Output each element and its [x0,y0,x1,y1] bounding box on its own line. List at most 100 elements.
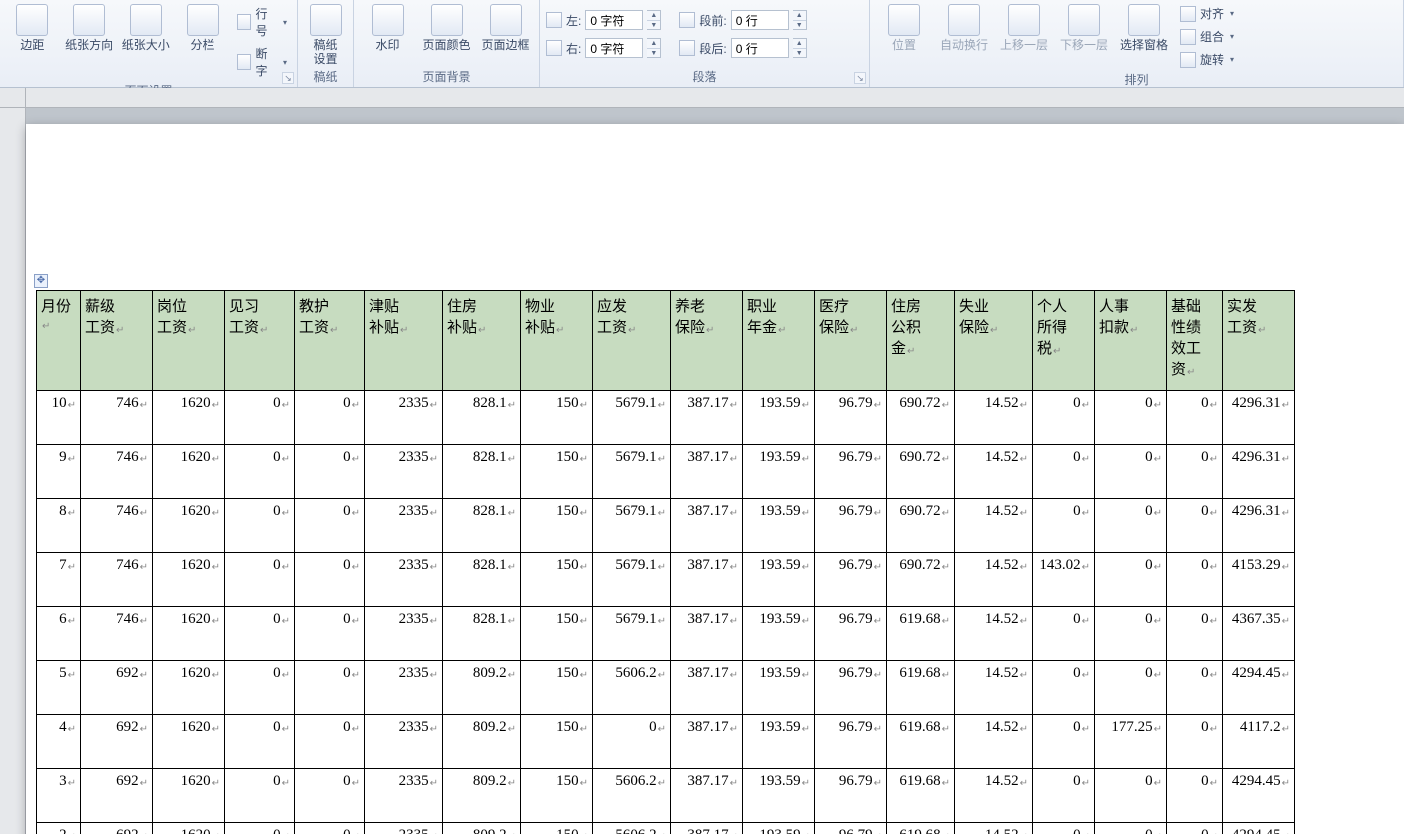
table-cell[interactable]: 0↵ [295,607,365,661]
table-cell[interactable]: 690.72↵ [887,499,955,553]
table-cell[interactable]: 193.59↵ [743,769,815,823]
table-header-cell[interactable]: 物业补贴↵ [521,291,593,391]
table-cell[interactable]: 2335↵ [365,823,443,834]
table-header-cell[interactable]: 住房公积金↵ [887,291,955,391]
table-cell[interactable]: 9↵ [37,445,81,499]
table-header-cell[interactable]: 住房补贴↵ [443,291,521,391]
table-cell[interactable]: 1620↵ [153,553,225,607]
table-cell[interactable]: 96.79↵ [815,661,887,715]
table-cell[interactable]: 692↵ [81,769,153,823]
table-cell[interactable]: 193.59↵ [743,715,815,769]
table-cell[interactable]: 387.17↵ [671,661,743,715]
table-cell[interactable]: 0↵ [225,823,295,834]
table-cell[interactable]: 96.79↵ [815,553,887,607]
table-cell[interactable]: 0↵ [225,661,295,715]
table-cell[interactable]: 0↵ [1167,445,1223,499]
table-cell[interactable]: 1620↵ [153,607,225,661]
bring-forward-button[interactable]: 上移一层 [996,2,1052,52]
table-cell[interactable]: 96.79↵ [815,769,887,823]
table-cell[interactable]: 0↵ [1167,607,1223,661]
space-after-input[interactable] [731,38,789,58]
table-cell[interactable]: 387.17↵ [671,445,743,499]
page-setup-dialog-launcher[interactable]: ↘ [282,72,294,84]
table-cell[interactable]: 1620↵ [153,445,225,499]
table-cell[interactable]: 5679.1↵ [593,445,671,499]
table-cell[interactable]: 0↵ [1167,769,1223,823]
table-header-cell[interactable]: 医疗保险↵ [815,291,887,391]
table-cell[interactable]: 96.79↵ [815,715,887,769]
table-cell[interactable]: 2335↵ [365,769,443,823]
table-cell[interactable]: 0↵ [1033,661,1095,715]
table-cell[interactable]: 692↵ [81,661,153,715]
table-cell[interactable]: 387.17↵ [671,769,743,823]
table-cell[interactable]: 96.79↵ [815,499,887,553]
margin-button[interactable]: 边距 [6,2,59,52]
table-cell[interactable]: 193.59↵ [743,607,815,661]
table-cell[interactable]: 619.68↵ [887,607,955,661]
table-cell[interactable]: 692↵ [81,715,153,769]
table-cell[interactable]: 193.59↵ [743,391,815,445]
table-cell[interactable]: 5↵ [37,661,81,715]
table-cell[interactable]: 14.52↵ [955,769,1033,823]
salary-table[interactable]: 月份↵薪级工资↵岗位工资↵见习工资↵教护工资↵津贴补贴↵住房补贴↵物业补贴↵应发… [36,290,1295,834]
table-cell[interactable]: 0↵ [225,499,295,553]
table-cell[interactable]: 150↵ [521,715,593,769]
table-cell[interactable]: 5679.1↵ [593,499,671,553]
table-cell[interactable]: 0↵ [1167,553,1223,607]
table-cell[interactable]: 809.2↵ [443,661,521,715]
table-cell[interactable]: 150↵ [521,769,593,823]
table-cell[interactable]: 0↵ [295,445,365,499]
table-cell[interactable]: 4153.29↵ [1223,553,1295,607]
table-cell[interactable]: 0↵ [1033,769,1095,823]
table-cell[interactable]: 828.1↵ [443,499,521,553]
table-cell[interactable]: 0↵ [1095,769,1167,823]
page-border-button[interactable]: 页面边框 [478,2,533,52]
table-cell[interactable]: 0↵ [295,661,365,715]
table-cell[interactable]: 0↵ [225,607,295,661]
table-cell[interactable]: 2↵ [37,823,81,834]
horizontal-ruler[interactable] [26,88,1404,108]
table-cell[interactable]: 14.52↵ [955,823,1033,834]
table-cell[interactable]: 14.52↵ [955,553,1033,607]
table-cell[interactable]: 746↵ [81,607,153,661]
manuscript-settings-button[interactable]: 稿纸 设置 [304,2,347,66]
table-cell[interactable]: 0↵ [1033,445,1095,499]
table-cell[interactable]: 0↵ [225,553,295,607]
page-color-button[interactable]: 页面颜色 [419,2,474,52]
table-cell[interactable]: 1620↵ [153,661,225,715]
table-cell[interactable]: 0↵ [1033,607,1095,661]
indent-left-input[interactable] [585,10,643,30]
table-cell[interactable]: 4296.31↵ [1223,499,1295,553]
orientation-button[interactable]: 纸张方向 [63,2,116,52]
table-cell[interactable]: 14.52↵ [955,715,1033,769]
table-cell[interactable]: 0↵ [1167,391,1223,445]
table-cell[interactable]: 387.17↵ [671,715,743,769]
table-header-cell[interactable]: 应发工资↵ [593,291,671,391]
table-cell[interactable]: 2335↵ [365,661,443,715]
table-header-cell[interactable]: 基础性绩效工资↵ [1167,291,1223,391]
group-button[interactable]: 组合 ▾ [1176,27,1238,46]
table-cell[interactable]: 150↵ [521,499,593,553]
table-cell[interactable]: 2335↵ [365,391,443,445]
table-cell[interactable]: 1620↵ [153,391,225,445]
table-cell[interactable]: 96.79↵ [815,607,887,661]
table-cell[interactable]: 0↵ [295,769,365,823]
table-cell[interactable]: 2335↵ [365,445,443,499]
table-header-cell[interactable]: 人事扣款↵ [1095,291,1167,391]
table-cell[interactable]: 14.52↵ [955,445,1033,499]
table-cell[interactable]: 2335↵ [365,715,443,769]
table-cell[interactable]: 150↵ [521,661,593,715]
table-cell[interactable]: 193.59↵ [743,445,815,499]
rotate-button[interactable]: 旋转 ▾ [1176,50,1238,69]
table-cell[interactable]: 746↵ [81,445,153,499]
table-cell[interactable]: 14.52↵ [955,607,1033,661]
table-cell[interactable]: 690.72↵ [887,445,955,499]
paragraph-dialog-launcher[interactable]: ↘ [854,72,866,84]
table-cell[interactable]: 1620↵ [153,715,225,769]
table-cell[interactable]: 387.17↵ [671,823,743,834]
table-header-cell[interactable]: 薪级工资↵ [81,291,153,391]
table-cell[interactable]: 8↵ [37,499,81,553]
table-cell[interactable]: 828.1↵ [443,391,521,445]
table-cell[interactable]: 193.59↵ [743,661,815,715]
table-cell[interactable]: 0↵ [1033,499,1095,553]
